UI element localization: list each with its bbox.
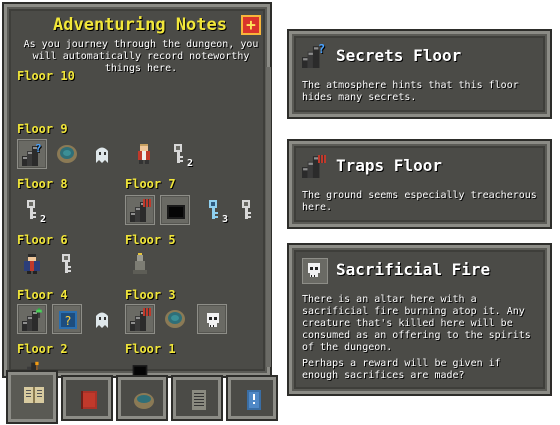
key-count: 2 bbox=[186, 158, 193, 169]
floor-9-label: Floor 9 bbox=[17, 122, 68, 136]
info-text-secondary: Perhaps a reward will be given if enough… bbox=[302, 358, 501, 381]
tab-alchemy[interactable] bbox=[116, 375, 168, 421]
iron-key-icon[interactable]: 2 bbox=[17, 195, 47, 225]
runestone-icon[interactable] bbox=[52, 304, 82, 334]
journal-window: Adventuring Notes + As you journey throu… bbox=[2, 2, 272, 376]
journal-title: Adventuring Notes bbox=[53, 15, 227, 35]
floor-3-label: Floor 3 bbox=[125, 288, 176, 302]
tab-catalog[interactable] bbox=[61, 375, 113, 421]
floor-8-label: Floor 8 bbox=[17, 177, 68, 191]
trap-stairs-icon[interactable] bbox=[125, 304, 155, 334]
info-text: There is an altar here with a sacrificia… bbox=[302, 294, 531, 353]
skull-icon bbox=[302, 258, 328, 284]
tab-guide[interactable] bbox=[226, 375, 278, 421]
journal-book-icon bbox=[24, 387, 44, 403]
key-count: 2 bbox=[39, 214, 46, 225]
floor-10-label: Floor 10 bbox=[17, 69, 75, 83]
info-title: Secrets Floor bbox=[336, 46, 462, 65]
info-text: The ground seems especially treacherous … bbox=[302, 190, 537, 213]
key-count: 3 bbox=[221, 214, 228, 225]
info-text: The atmosphere hints that this floor hid… bbox=[302, 80, 519, 103]
floor-5-label: Floor 5 bbox=[125, 233, 176, 247]
info-window-secrets-floor: ? Secrets Floor The atmosphere hints tha… bbox=[287, 29, 552, 119]
scrollbar[interactable] bbox=[266, 67, 271, 367]
floor-4-label: Floor 4 bbox=[17, 288, 68, 302]
secret-stairs-icon: ? bbox=[302, 42, 326, 68]
floor-6-label: Floor 6 bbox=[17, 233, 68, 247]
trap-stairs-icon bbox=[302, 154, 326, 178]
well-icon[interactable] bbox=[160, 304, 190, 334]
catalog-book-icon bbox=[81, 391, 97, 409]
info-window-sacrificial-fire: Sacrificial Fire There is an altar here … bbox=[287, 243, 552, 396]
trap-stairs-icon[interactable] bbox=[125, 195, 155, 225]
wandmaker-icon[interactable] bbox=[129, 139, 159, 169]
info-title: Traps Floor bbox=[336, 156, 442, 175]
garden-stairs-icon[interactable] bbox=[17, 304, 47, 334]
tab-notes[interactable] bbox=[171, 375, 223, 421]
alchemy-pot-icon bbox=[134, 393, 154, 409]
plus-icon[interactable]: + bbox=[241, 15, 261, 35]
iron-key-icon[interactable] bbox=[52, 249, 82, 279]
statue-icon[interactable] bbox=[125, 249, 155, 279]
secret-stairs-icon[interactable]: ? bbox=[17, 139, 47, 169]
crystal-chest-icon[interactable] bbox=[160, 195, 190, 225]
chest-icon[interactable] bbox=[125, 357, 155, 375]
floor-2-label: Floor 2 bbox=[17, 342, 68, 356]
floor-7-label: Floor 7 bbox=[125, 177, 176, 191]
floor-1-label: Floor 1 bbox=[125, 342, 176, 356]
shopkeeper-icon[interactable] bbox=[17, 249, 47, 279]
ghost-icon[interactable] bbox=[87, 139, 117, 169]
well-icon[interactable] bbox=[52, 139, 82, 169]
iron-key-icon[interactable] bbox=[232, 195, 262, 225]
crystal-key-icon[interactable]: 3 bbox=[199, 195, 229, 225]
guide-icon bbox=[247, 390, 261, 410]
info-title: Sacrificial Fire bbox=[336, 260, 491, 279]
info-window-traps-floor: Traps Floor The ground seems especially … bbox=[287, 139, 552, 229]
notes-page-icon bbox=[192, 390, 206, 410]
tab-journal[interactable] bbox=[6, 370, 58, 424]
ghost-icon[interactable] bbox=[87, 304, 117, 334]
iron-key-icon[interactable]: 2 bbox=[164, 139, 194, 169]
skull-icon[interactable] bbox=[197, 304, 227, 334]
